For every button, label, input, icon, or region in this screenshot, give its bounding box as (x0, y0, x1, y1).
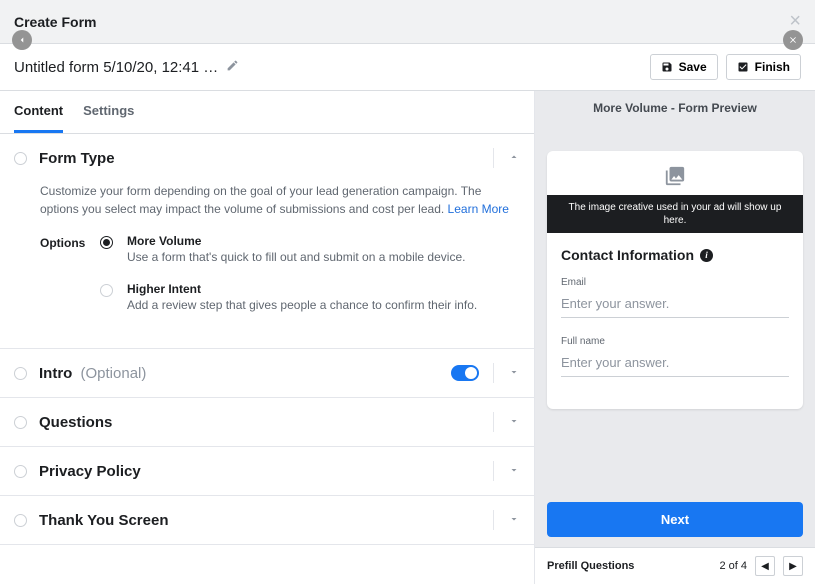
header-actions: Save Finish (650, 54, 801, 80)
preview-card: The image creative used in your ad will … (547, 151, 803, 409)
section-body: Customize your form depending on the goa… (0, 182, 534, 348)
status-indicator (14, 152, 27, 165)
divider (493, 363, 494, 383)
section-title: Intro (Optional) (39, 365, 451, 382)
section-desc: Customize your form depending on the goa… (40, 182, 520, 218)
image-placeholder-icon (547, 151, 803, 195)
section-title: Privacy Policy (39, 463, 493, 480)
preview-close-button[interactable] (783, 30, 803, 50)
finish-button[interactable]: Finish (726, 54, 801, 80)
section-head-intro[interactable]: Intro (Optional) (0, 349, 534, 397)
form-name: Untitled form 5/10/20, 12:41 … (14, 59, 239, 76)
page-indicator: 2 of 4 (719, 560, 747, 572)
main: Content Settings Form Type Customize you… (0, 91, 815, 584)
edit-name-icon[interactable] (226, 59, 239, 76)
chevron-up-icon[interactable] (508, 151, 520, 166)
learn-more-link[interactable]: Learn More (448, 202, 509, 216)
modal-title: Create Form (14, 14, 96, 30)
section-title: Questions (39, 414, 493, 431)
divider (493, 510, 494, 530)
close-icon (788, 35, 798, 45)
preview-panel: More Volume - Form Preview The image cre… (535, 91, 815, 584)
chevron-down-icon[interactable] (508, 415, 520, 430)
section-head-privacy[interactable]: Privacy Policy (0, 447, 534, 495)
title-bar: Untitled form 5/10/20, 12:41 … Save Fini… (0, 44, 815, 91)
divider (493, 412, 494, 432)
options-label: Options (40, 234, 100, 330)
card-title: Contact Information i (561, 247, 789, 263)
section-head-thank-you[interactable]: Thank You Screen (0, 496, 534, 544)
next-button[interactable]: Next (547, 502, 803, 537)
save-icon (661, 61, 673, 73)
form-name-text: Untitled form 5/10/20, 12:41 … (14, 59, 218, 76)
email-input[interactable]: Enter your answer. (561, 292, 789, 318)
save-button[interactable]: Save (650, 54, 718, 80)
image-notice: The image creative used in your ad will … (547, 195, 803, 233)
section-head-form-type[interactable]: Form Type (0, 134, 534, 182)
section-form-type: Form Type Customize your form depending … (0, 134, 534, 349)
modal-header: Create Form × (0, 0, 815, 44)
section-intro: Intro (Optional) (0, 349, 534, 398)
preview-back-button[interactable] (12, 30, 32, 50)
options-row: Options More Volume Use a form that's qu… (40, 234, 520, 330)
option-higher-intent[interactable]: Higher Intent Add a review step that giv… (100, 282, 520, 312)
status-indicator (14, 416, 27, 429)
field-email: Email Enter your answer. (561, 277, 789, 318)
chevron-down-icon[interactable] (508, 464, 520, 479)
status-indicator (14, 514, 27, 527)
section-questions: Questions (0, 398, 534, 447)
footer-label: Prefill Questions (547, 560, 634, 572)
tab-settings[interactable]: Settings (83, 91, 134, 133)
finish-icon (737, 61, 749, 73)
tabs: Content Settings (0, 91, 534, 134)
divider (493, 148, 494, 168)
section-privacy: Privacy Policy (0, 447, 534, 496)
section-thank-you: Thank You Screen (0, 496, 534, 545)
radio-selected[interactable] (100, 236, 113, 249)
divider (493, 461, 494, 481)
section-title: Form Type (39, 150, 493, 167)
preview-footer: Prefill Questions 2 of 4 ◀ ▶ (535, 547, 815, 584)
radio-unselected[interactable] (100, 284, 113, 297)
preview-body: The image creative used in your ad will … (535, 125, 815, 547)
option-more-volume[interactable]: More Volume Use a form that's quick to f… (100, 234, 520, 264)
pager-prev-button[interactable]: ◀ (755, 556, 775, 576)
pager-next-button[interactable]: ▶ (783, 556, 803, 576)
info-icon[interactable]: i (700, 249, 713, 262)
chevron-down-icon[interactable] (508, 366, 520, 381)
section-head-questions[interactable]: Questions (0, 398, 534, 446)
chevron-left-icon (17, 35, 27, 45)
section-title: Thank You Screen (39, 512, 493, 529)
status-indicator (14, 367, 27, 380)
left-panel: Content Settings Form Type Customize you… (0, 91, 535, 584)
card-content: Contact Information i Email Enter your a… (547, 233, 803, 409)
tab-content[interactable]: Content (14, 91, 63, 133)
intro-toggle[interactable] (451, 365, 479, 381)
status-indicator (14, 465, 27, 478)
preview-header: More Volume - Form Preview (535, 91, 815, 125)
chevron-down-icon[interactable] (508, 513, 520, 528)
field-full-name: Full name Enter your answer. (561, 336, 789, 377)
fullname-input[interactable]: Enter your answer. (561, 351, 789, 377)
option-list: More Volume Use a form that's quick to f… (100, 234, 520, 330)
